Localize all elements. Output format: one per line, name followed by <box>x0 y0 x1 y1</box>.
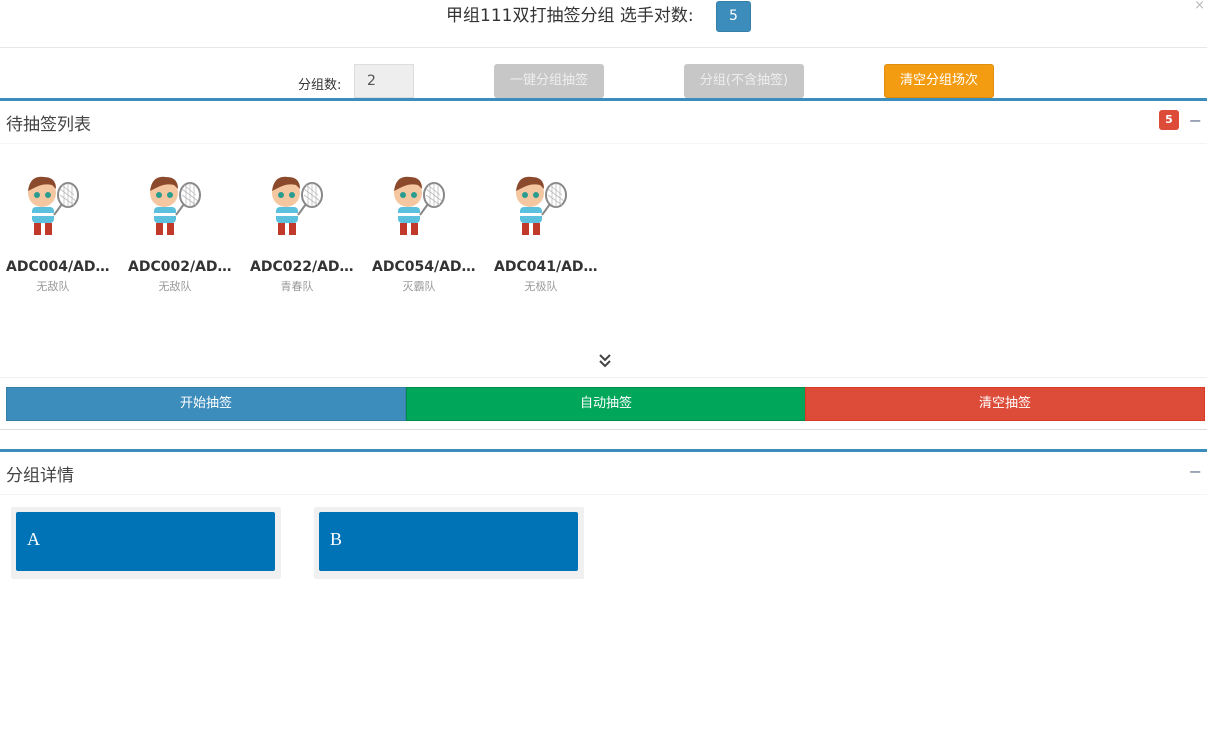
expand-down-icon[interactable] <box>598 352 612 368</box>
player-team: 无极队 <box>524 280 558 293</box>
player-name: ADC002/AD... <box>128 259 232 275</box>
player-team: 青春队 <box>280 280 314 293</box>
group-details-header: 分组详情 − <box>0 452 1207 495</box>
group-label: A <box>27 529 40 549</box>
player-avatar-icon <box>28 176 79 235</box>
group-card-b[interactable]: B <box>314 507 584 579</box>
group-details-title: 分组详情 <box>6 466 74 486</box>
clear-group-schedule-button[interactable]: 清空分组场次 <box>884 64 994 98</box>
draw-list-title: 待抽签列表 <box>6 115 91 135</box>
player-avatar-icon <box>394 176 445 235</box>
start-draw-button[interactable]: 开始抽签 <box>6 387 406 421</box>
pair-count-badge: 5 <box>716 1 751 32</box>
player-team: 无敌队 <box>36 280 70 293</box>
player-team: 灭霸队 <box>402 280 436 293</box>
player-avatar-icon <box>150 176 201 235</box>
player-team: 无敌队 <box>158 280 192 293</box>
player-name: ADC004/AD... <box>6 259 110 275</box>
group-details-panel: 分组详情 − A B <box>0 449 1207 599</box>
group-label: B <box>330 529 343 549</box>
auto-draw-button[interactable]: 自动抽签 <box>406 387 806 421</box>
collapse-icon[interactable]: − <box>1189 111 1202 130</box>
group-count-input[interactable] <box>354 64 414 98</box>
divider <box>0 377 1207 378</box>
clear-draw-button[interactable]: 清空抽签 <box>805 387 1205 421</box>
player-list: ADC004/AD... 无敌队 ADC002/AD... 无敌队 ADC022… <box>0 171 1207 331</box>
group-without-draw-button[interactable]: 分组(不含抽签) <box>684 64 804 98</box>
group-card-a[interactable]: A <box>11 507 281 579</box>
group-header: B <box>319 512 578 571</box>
oneclick-group-draw-button[interactable]: 一键分组抽签 <box>494 64 604 98</box>
dialog-header: 甲组111双打抽签分组 选手对数: 5 × <box>0 0 1207 48</box>
group-count-label: 分组数: <box>298 78 342 93</box>
collapse-icon[interactable]: − <box>1189 462 1202 481</box>
player-avatar-icon <box>272 176 323 235</box>
draw-list-panel: 待抽签列表 5 − ADC004/AD... 无敌队 ADC002/AD... … <box>0 98 1207 430</box>
draw-list-header: 待抽签列表 5 − <box>0 101 1207 144</box>
player-name: ADC022/AD... <box>250 259 354 275</box>
draw-count-badge: 5 <box>1159 110 1179 130</box>
player-name: ADC041/AD... <box>494 259 598 275</box>
group-header: A <box>16 512 275 571</box>
close-icon[interactable]: × <box>1194 0 1205 13</box>
player-avatar-icon <box>516 176 567 235</box>
page-title: 甲组111双打抽签分组 选手对数: <box>446 6 694 26</box>
player-name: ADC054/AD... <box>372 259 476 275</box>
